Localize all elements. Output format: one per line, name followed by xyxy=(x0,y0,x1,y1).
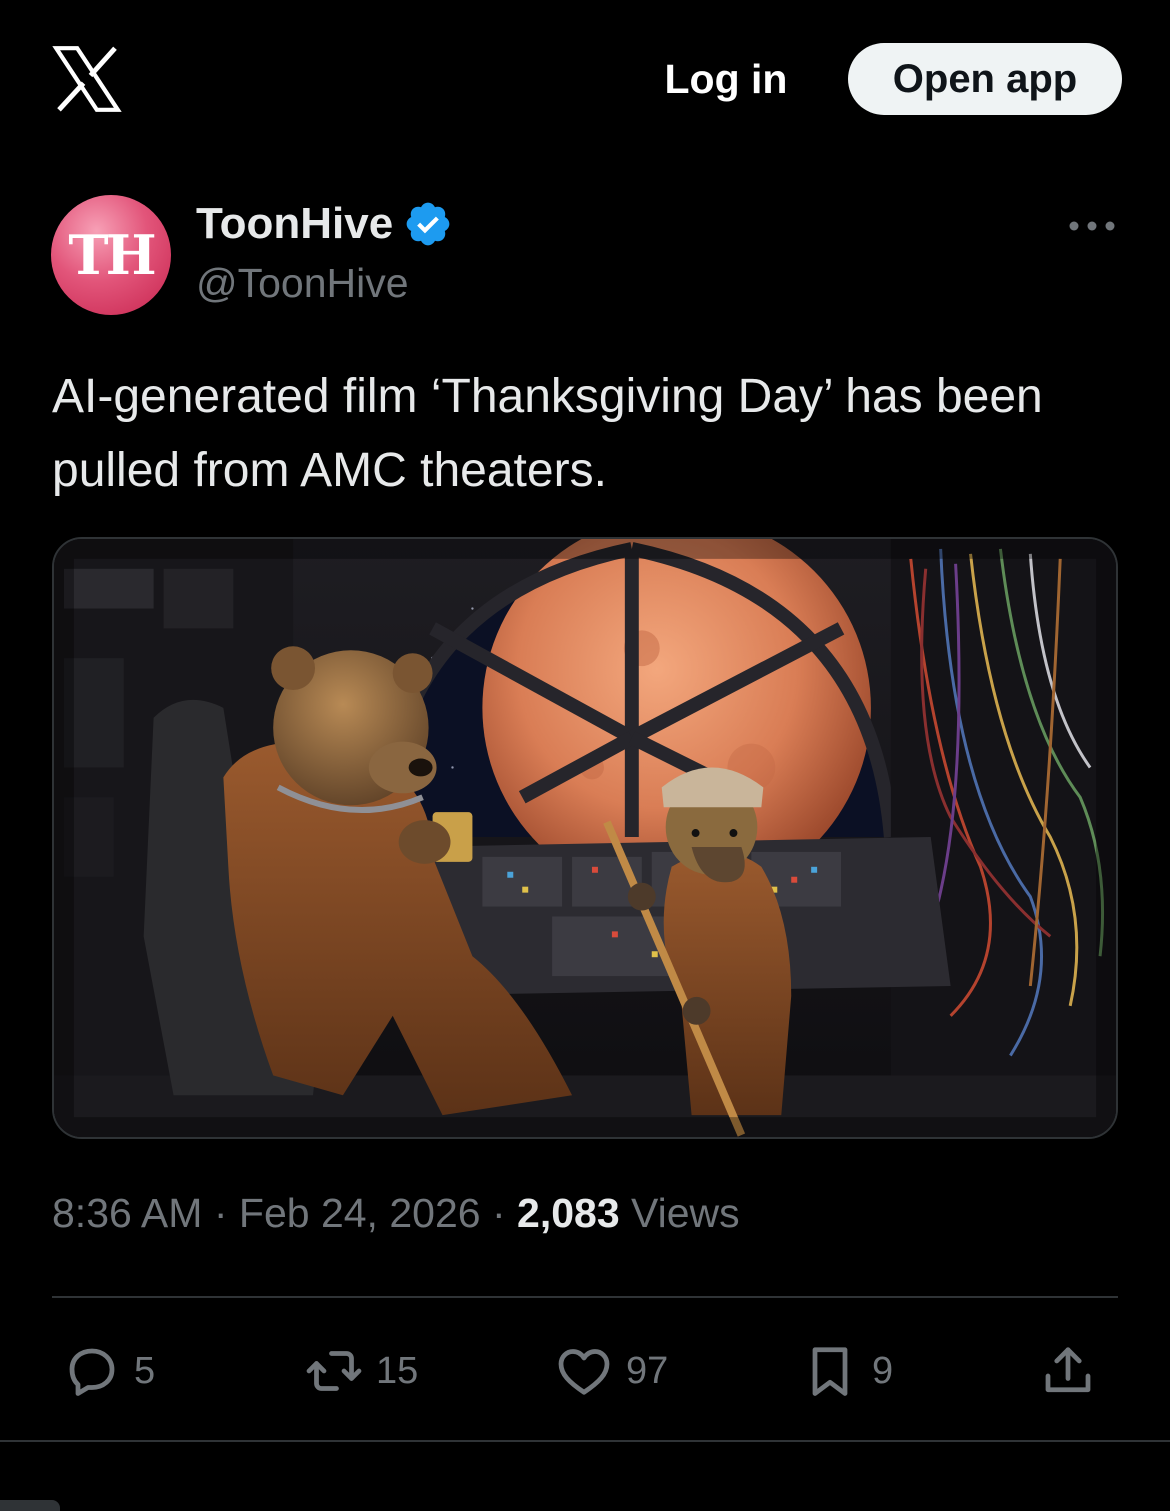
heart-icon xyxy=(558,1349,610,1395)
reply-icon xyxy=(69,1348,115,1396)
avatar[interactable]: TH xyxy=(51,195,171,315)
share-button[interactable] xyxy=(1038,1335,1098,1407)
views-count: 2,083 xyxy=(517,1190,620,1236)
reply-count: 5 xyxy=(134,1349,156,1392)
x-logo-icon[interactable] xyxy=(52,44,122,114)
share-icon xyxy=(1045,1347,1091,1393)
reply-button[interactable]: 5 xyxy=(62,1335,155,1407)
meta-separator-2: · xyxy=(491,1190,506,1236)
author-handle[interactable]: @ToonHive xyxy=(196,260,409,307)
repost-button[interactable]: 15 xyxy=(304,1335,418,1407)
author-name-link[interactable]: ToonHive xyxy=(196,196,453,252)
repost-icon xyxy=(306,1351,362,1391)
home-indicator xyxy=(0,1500,60,1511)
bookmark-button[interactable]: 9 xyxy=(800,1335,893,1407)
bottom-divider xyxy=(0,1440,1170,1442)
bookmark-count: 9 xyxy=(872,1349,894,1392)
tweet-meta: 8:36 AM · Feb 24, 2026 · 2,083 Views xyxy=(52,1190,740,1237)
bookmark-icon xyxy=(812,1347,848,1396)
views-label: Views xyxy=(631,1190,740,1236)
tweet-media-image[interactable] xyxy=(52,537,1118,1139)
divider xyxy=(52,1296,1118,1298)
author-name: ToonHive xyxy=(196,199,394,248)
tweet-time[interactable]: 8:36 AM xyxy=(52,1190,202,1236)
avatar-initials: TH xyxy=(68,223,156,287)
open-app-button[interactable]: Open app xyxy=(848,43,1122,115)
like-button[interactable]: 97 xyxy=(554,1335,668,1407)
login-button[interactable]: Log in xyxy=(648,52,804,106)
repost-count: 15 xyxy=(376,1349,419,1392)
top-bar: Log in Open app xyxy=(0,0,1170,160)
tweet-text: AI-generated film ‘Thanksgiving Day’ has… xyxy=(52,370,1043,497)
tweet-date[interactable]: Feb 24, 2026 xyxy=(239,1190,481,1236)
verified-badge-icon xyxy=(406,202,450,246)
like-count: 97 xyxy=(626,1349,669,1392)
action-bar: 5 15 97 9 xyxy=(52,1335,1118,1407)
more-options-icon[interactable] xyxy=(1062,206,1122,246)
meta-separator: · xyxy=(213,1190,228,1236)
